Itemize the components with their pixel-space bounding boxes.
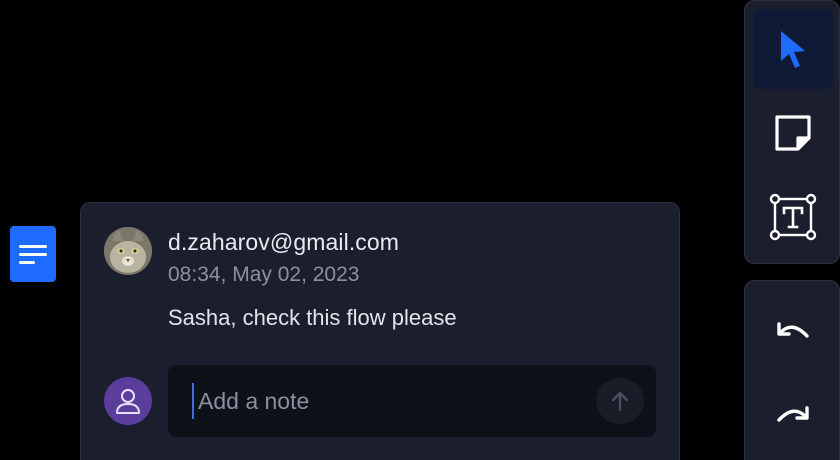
add-note-input[interactable] [192,383,582,419]
text-frame-icon [769,193,817,241]
comment-timestamp: 08:34, May 02, 2023 [168,263,360,286]
select-tool-button[interactable] [753,9,833,89]
current-user-avatar [104,377,152,425]
user-icon [116,389,140,414]
sticky-note-icon [775,115,811,151]
comment-lines-icon [19,244,47,248]
undo-icon [777,322,809,338]
comment-line [19,260,35,264]
comment-card: d.zaharov@gmail.com 08:34, May 02, 2023 … [80,202,680,460]
cursor-icon [781,31,805,68]
redo-button[interactable] [753,375,833,455]
undo-button[interactable] [753,291,833,371]
reply-box [168,365,656,437]
comment-pin[interactable] [10,226,56,282]
arrow-up-icon [611,391,629,412]
author-avatar [104,227,152,275]
text-tool-button[interactable] [753,177,833,257]
sticky-note-tool-button[interactable] [753,93,833,173]
redo-icon [777,406,809,422]
comment-message: Sasha, check this flow please [168,305,457,330]
comment-author: d.zaharov@gmail.com [168,229,400,255]
tools-toolbar [744,0,840,264]
history-toolbar [744,280,840,460]
comment-line [19,252,47,256]
send-note-button[interactable] [596,378,644,424]
